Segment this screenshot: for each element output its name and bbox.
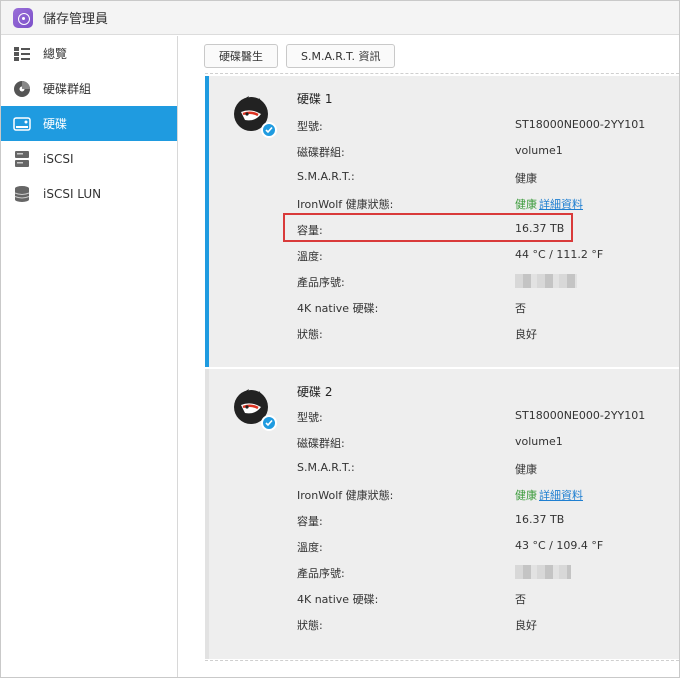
hdd-icon [13,115,31,133]
serial-value-redacted [515,274,577,288]
status-value: 良好 [515,328,537,341]
ironwolf-status: 健康 [515,489,537,502]
model-label: 型號: [297,120,323,133]
group-label: 磁碟群組: [297,437,345,450]
temperature-value: 43 °C / 109.4 °F [515,539,604,552]
sidebar-item-label: iSCSI [43,151,74,166]
native4k-label: 4K native 硬碟: [297,593,379,606]
smart-value: 健康 [515,463,537,476]
temperature-row: 溫度: 44 °C / 111.2 °F [297,248,657,264]
status-value: 良好 [515,619,537,632]
status-label: 狀態: [297,328,323,341]
sidebar-item-label: 硬碟群組 [43,82,92,96]
overview-icon [13,45,31,63]
title-bar: 儲存管理員 [1,1,679,35]
sidebar-item-overview[interactable]: 總覽 [1,36,177,71]
ironwolf-value: 健康 詳細資料 [515,196,583,212]
capacity-label: 容量: [297,515,323,528]
serial-row: 產品序號: [297,565,657,581]
sidebar-item-hdd[interactable]: 硬碟 [1,106,177,141]
native4k-value: 否 [515,593,526,606]
group-value: volume1 [515,435,563,448]
status-row: 狀態: 良好 [297,617,657,633]
main-panel: 硬碟醫生 S.M.A.R.T. 資訊 硬碟 1 型號: ST18000NE000… [179,36,679,677]
blurred-serial [515,274,577,288]
capacity-value: 16.37 TB [515,513,565,526]
serial-label: 產品序號: [297,567,345,580]
disk-doctor-button[interactable]: 硬碟醫生 [204,44,278,68]
model-row: 型號: ST18000NE000-2YY101 [297,409,657,425]
serial-row: 產品序號: [297,274,657,290]
capacity-row: 容量: 16.37 TB [297,513,657,529]
status-label: 狀態: [297,619,323,632]
ironwolf-status: 健康 [515,198,537,211]
smart-label: S.M.A.R.T.: [297,170,355,183]
ironwolf-label: IronWolf 健康狀態: [297,198,394,211]
storage-manager-window: 儲存管理員 總覽 硬碟群組 硬碟 iSCSI iSCSI LUN 硬碟醫生 S.… [0,0,680,678]
capacity-highlight-box [283,213,573,242]
model-row: 型號: ST18000NE000-2YY101 [297,118,657,134]
group-value: volume1 [515,144,563,157]
sidebar: 總覽 硬碟群組 硬碟 iSCSI iSCSI LUN [1,36,178,677]
group-row: 磁碟群組: volume1 [297,144,657,160]
serial-value-redacted [515,565,571,579]
ironwolf-disk-icon [231,92,277,138]
smart-row: S.M.A.R.T.: 健康 [297,461,657,477]
smart-label: S.M.A.R.T.: [297,461,355,474]
toolbar: 硬碟醫生 S.M.A.R.T. 資訊 [204,44,396,68]
group-label: 磁碟群組: [297,146,345,159]
serial-label: 產品序號: [297,276,345,289]
disk-card-2[interactable]: 硬碟 2 型號: ST18000NE000-2YY101 磁碟群組: volum… [205,369,679,659]
temperature-row: 溫度: 43 °C / 109.4 °F [297,539,657,555]
temperature-label: 溫度: [297,250,323,263]
ironwolf-row: IronWolf 健康狀態: 健康 詳細資料 [297,487,657,503]
ironwolf-value: 健康 詳細資料 [515,487,583,503]
healthy-check-icon [261,415,277,431]
sidebar-item-iscsi[interactable]: iSCSI [1,141,177,176]
divider [205,660,679,661]
disk-card-1[interactable]: 硬碟 1 型號: ST18000NE000-2YY101 磁碟群組: volum… [205,76,679,367]
temperature-label: 溫度: [297,541,323,554]
sidebar-item-disk-group[interactable]: 硬碟群組 [1,71,177,106]
sidebar-item-label: 總覽 [43,47,68,61]
disk-title: 硬碟 1 [297,92,333,106]
model-label: 型號: [297,411,323,424]
temperature-value: 44 °C / 111.2 °F [515,248,604,261]
ironwolf-label: IronWolf 健康狀態: [297,489,394,502]
divider [205,73,679,74]
storage-manager-app-icon [13,7,33,28]
smart-value: 健康 [515,172,537,185]
blurred-serial [515,565,571,579]
model-value: ST18000NE000-2YY101 [515,409,646,422]
disk-group-icon [13,80,31,98]
native4k-value: 否 [515,302,526,315]
smart-info-button[interactable]: S.M.A.R.T. 資訊 [286,44,396,68]
native4k-row: 4K native 硬碟: 否 [297,300,657,316]
model-value: ST18000NE000-2YY101 [515,118,646,131]
sidebar-item-label: iSCSI LUN [43,186,102,201]
native4k-row: 4K native 硬碟: 否 [297,591,657,607]
sidebar-item-label: 硬碟 [43,117,68,131]
details-link[interactable]: 詳細資料 [539,489,583,502]
ironwolf-disk-icon [231,385,277,431]
smart-row: S.M.A.R.T.: 健康 [297,170,657,186]
iscsi-lun-icon [13,185,31,203]
details-link[interactable]: 詳細資料 [539,198,583,211]
iscsi-icon [13,150,31,168]
group-row: 磁碟群組: volume1 [297,435,657,451]
disk-title: 硬碟 2 [297,385,333,399]
sidebar-item-iscsi-lun[interactable]: iSCSI LUN [1,176,177,211]
app-title: 儲存管理員 [43,12,109,27]
healthy-check-icon [261,122,277,138]
ironwolf-row: IronWolf 健康狀態: 健康 詳細資料 [297,196,657,212]
native4k-label: 4K native 硬碟: [297,302,379,315]
status-row: 狀態: 良好 [297,326,657,342]
